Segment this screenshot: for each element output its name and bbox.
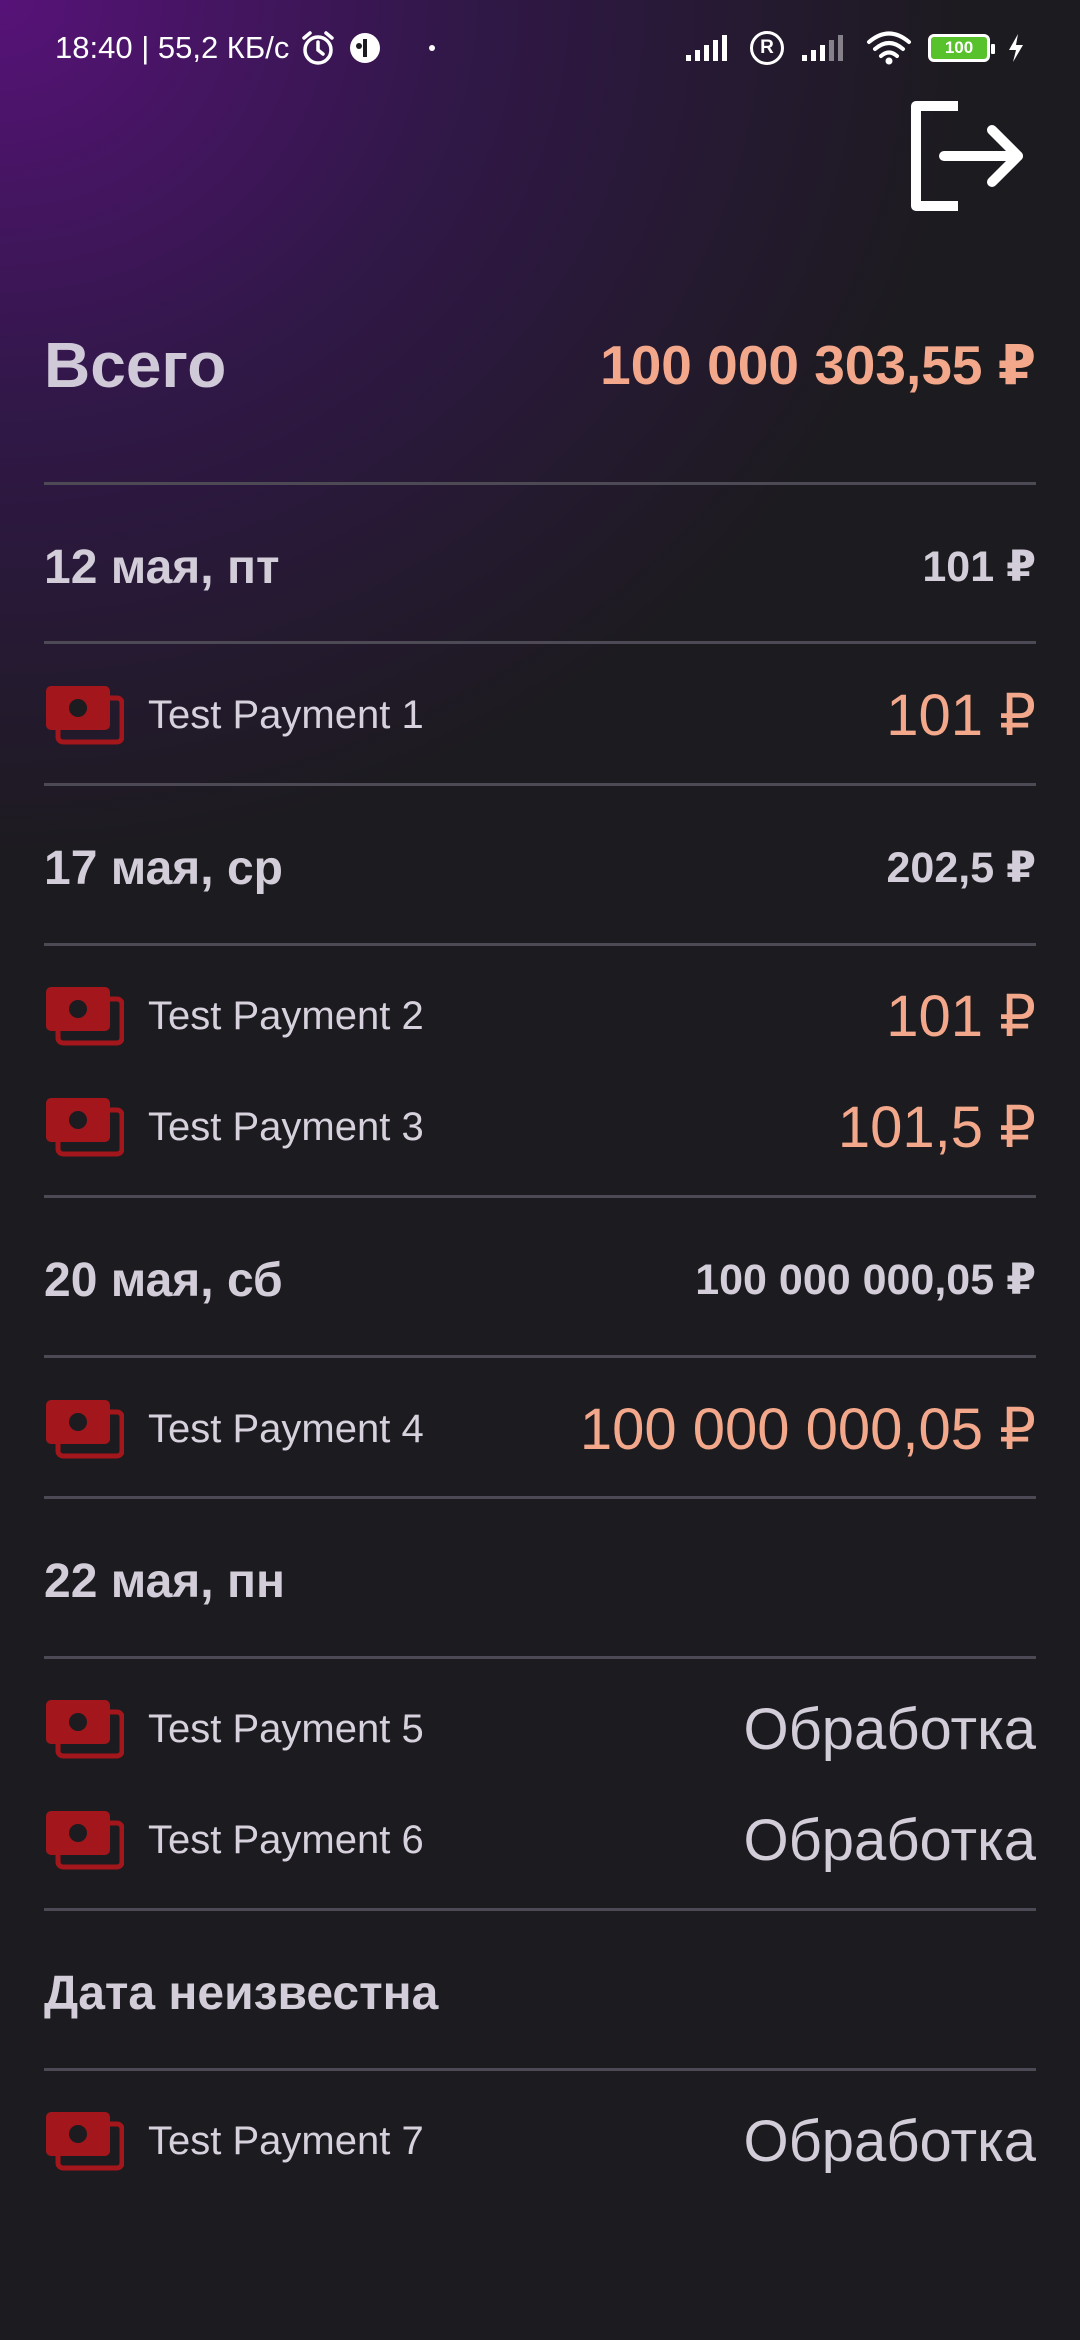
status-bar-right: R 100	[684, 31, 1026, 65]
date-label: 12 мая, пт	[44, 540, 280, 594]
payment-status: Обработка	[743, 1696, 1036, 1762]
payment-amount: 101 ₽	[886, 683, 1036, 748]
payment-name: Test Payment 1	[148, 692, 424, 737]
date-label: 17 мая, ср	[44, 841, 283, 895]
payment-row[interactable]: Test Payment 3 101,5 ₽	[44, 1082, 1036, 1172]
payment-icon	[46, 2112, 124, 2171]
payment-name: Test Payment 3	[148, 1104, 424, 1149]
payment-row[interactable]: Test Payment 1 101 ₽	[44, 670, 1036, 760]
payment-amount: 101 ₽	[886, 984, 1036, 1049]
payment-row[interactable]: Test Payment 2 101 ₽	[44, 971, 1036, 1061]
date-label: 22 мая, пн	[44, 1554, 285, 1608]
date-header: 17 мая, ср 202,5 ₽	[44, 823, 1036, 913]
charging-icon	[1009, 34, 1023, 62]
divider	[44, 2068, 1036, 2071]
date-sum: 101 ₽	[922, 543, 1036, 591]
payment-icon	[46, 1700, 124, 1759]
divider	[44, 1496, 1036, 1499]
divider	[44, 1656, 1036, 1659]
payment-icon	[46, 1811, 124, 1870]
total-summary: Всего 100 000 303,55 ₽	[44, 320, 1036, 410]
app-notification-icon	[350, 33, 381, 63]
payment-name: Test Payment 5	[148, 1706, 424, 1751]
divider	[44, 482, 1036, 485]
payment-icon	[46, 686, 124, 745]
payment-left: Test Payment 1	[44, 684, 424, 746]
divider	[44, 641, 1036, 644]
notification-dot	[429, 45, 436, 51]
payment-name: Test Payment 7	[148, 2118, 424, 2163]
payment-icon	[46, 987, 124, 1046]
total-value: 100 000 303,55 ₽	[600, 334, 1036, 396]
date-label: 20 мая, сб	[44, 1253, 283, 1307]
status-time-speed: 18:40 | 55,2 КБ/с	[55, 30, 290, 65]
date-header: 20 мая, сб 100 000 000,05 ₽	[44, 1235, 1036, 1325]
payment-icon	[46, 1400, 124, 1459]
date-sum: 202,5 ₽	[886, 844, 1036, 892]
divider	[44, 1908, 1036, 1911]
date-label: Дата неизвестна	[44, 1966, 439, 2020]
payment-left: Test Payment 4	[44, 1398, 424, 1460]
date-header: 22 мая, пн	[44, 1536, 1036, 1626]
date-header: Дата неизвестна	[44, 1948, 1036, 2038]
total-label: Всего	[44, 329, 227, 401]
payment-row[interactable]: Test Payment 7 Обработка	[44, 2096, 1036, 2186]
divider	[44, 1195, 1036, 1198]
status-bar: 18:40 | 55,2 КБ/с R 100	[0, 0, 1080, 96]
payment-left: Test Payment 3	[44, 1096, 424, 1158]
logout-icon[interactable]	[906, 100, 1028, 212]
payment-left: Test Payment 6	[44, 1809, 424, 1871]
payment-status: Обработка	[743, 1807, 1036, 1873]
date-header: 12 мая, пт 101 ₽	[44, 522, 1036, 612]
divider	[44, 1355, 1036, 1358]
wifi-icon	[867, 31, 911, 65]
payment-left: Test Payment 7	[44, 2110, 424, 2172]
payment-name: Test Payment 4	[148, 1406, 424, 1451]
date-sum: 100 000 000,05 ₽	[695, 1256, 1036, 1304]
payment-left: Test Payment 2	[44, 985, 424, 1047]
payment-status: Обработка	[743, 2108, 1036, 2174]
payment-row[interactable]: Test Payment 6 Обработка	[44, 1795, 1036, 1885]
battery-icon: 100	[928, 34, 995, 62]
payment-name: Test Payment 6	[148, 1817, 424, 1862]
signal-icon	[686, 35, 727, 61]
payment-amount: 101,5 ₽	[837, 1095, 1036, 1160]
alarm-icon	[302, 31, 335, 65]
payment-icon	[46, 1098, 124, 1157]
payment-row[interactable]: Test Payment 4 100 000 000,05 ₽	[44, 1384, 1036, 1474]
divider	[44, 783, 1036, 786]
status-bar-left: 18:40 | 55,2 КБ/с	[55, 29, 436, 67]
roaming-icon: R	[750, 31, 784, 65]
payment-left: Test Payment 5	[44, 1698, 424, 1760]
payment-name: Test Payment 2	[148, 993, 424, 1038]
payment-row[interactable]: Test Payment 5 Обработка	[44, 1684, 1036, 1774]
payment-amount: 100 000 000,05 ₽	[579, 1397, 1036, 1462]
signal-icon-2	[802, 35, 843, 61]
divider	[44, 943, 1036, 946]
